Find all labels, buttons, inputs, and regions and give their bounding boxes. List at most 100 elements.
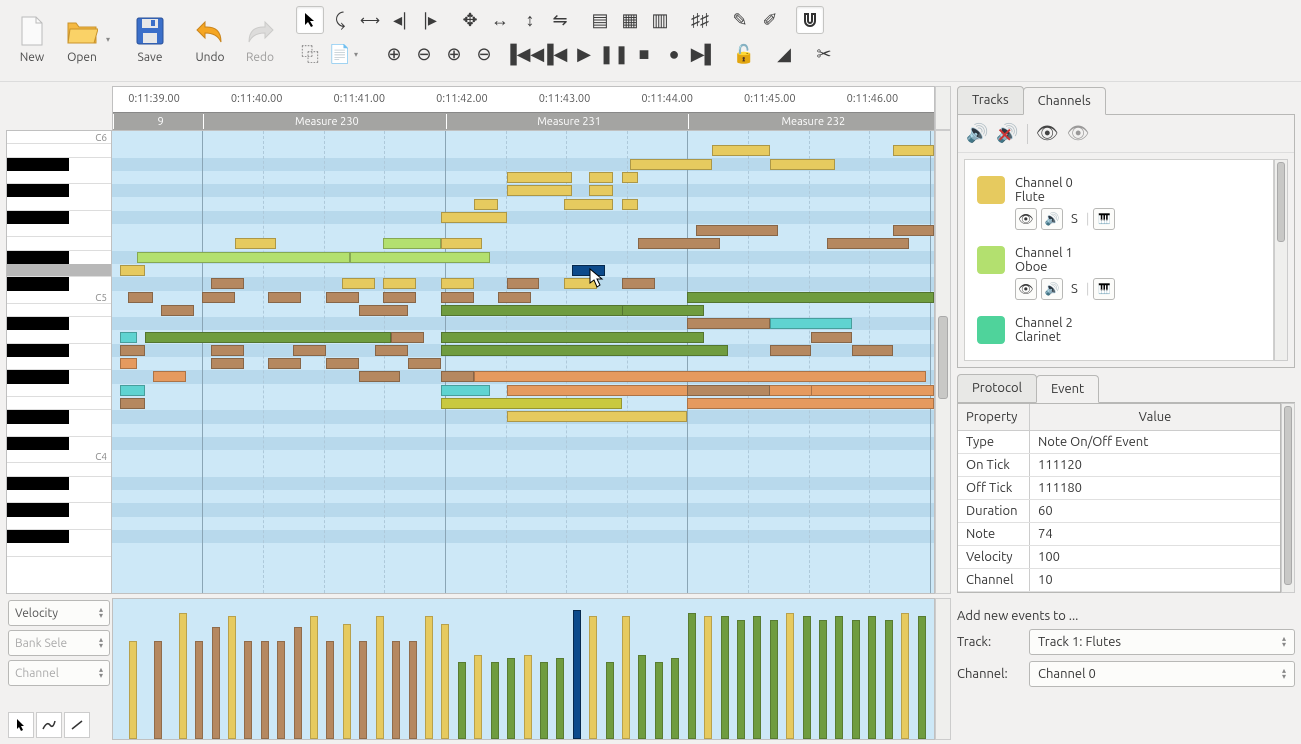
vertical-scrollbar[interactable] — [935, 130, 951, 594]
vel-line-tool[interactable] — [64, 712, 90, 738]
midi-note[interactable] — [441, 212, 507, 223]
midi-note[interactable] — [696, 225, 778, 236]
velocity-bar[interactable] — [786, 613, 794, 739]
channel-item[interactable]: Channel 0 Flute 👁 🔊 S | 🎹 — [973, 168, 1265, 238]
instrument-button[interactable]: 🎹 — [1093, 278, 1115, 300]
property-row[interactable]: TypeNote On/Off Event — [958, 431, 1280, 454]
midi-note[interactable] — [630, 159, 712, 170]
resize-h-tool[interactable]: ↔ — [486, 6, 514, 34]
visibility-toggle[interactable]: 👁 — [1015, 278, 1037, 300]
midi-note[interactable] — [622, 199, 638, 210]
midi-note[interactable] — [268, 292, 301, 303]
midi-note[interactable] — [441, 385, 490, 396]
velocity-bar[interactable] — [409, 641, 417, 739]
velocity-bar[interactable] — [737, 620, 745, 739]
velocity-bar[interactable] — [606, 662, 614, 739]
velocity-bar[interactable] — [129, 641, 137, 739]
midi-note[interactable] — [120, 345, 145, 356]
midi-note[interactable] — [268, 358, 301, 369]
zoom-in-v-tool[interactable]: ⊕ — [440, 40, 468, 68]
paste-dropdown-icon[interactable]: ▾ — [354, 50, 358, 59]
midi-note[interactable] — [507, 172, 573, 183]
velocity-bar[interactable] — [655, 662, 663, 739]
midi-note[interactable] — [211, 358, 244, 369]
velocity-bar[interactable] — [852, 620, 860, 739]
channel-select-bottom[interactable]: Channel 0▴▾ — [1029, 661, 1295, 687]
pencil-tool[interactable]: ✎ — [726, 6, 754, 34]
loop-button[interactable]: ✂ — [810, 40, 838, 68]
undo-button[interactable]: Undo — [186, 6, 234, 72]
midi-note[interactable] — [622, 305, 704, 316]
property-row[interactable]: Duration60 — [958, 500, 1280, 523]
tab-tracks[interactable]: Tracks — [957, 86, 1024, 114]
select-tool[interactable] — [296, 6, 324, 34]
velocity-bar[interactable] — [556, 658, 564, 739]
velocity-bar[interactable] — [885, 620, 893, 739]
velocity-bar[interactable] — [195, 641, 203, 739]
midi-note[interactable] — [408, 358, 441, 369]
midi-note[interactable] — [893, 145, 934, 156]
velocity-bar[interactable] — [819, 620, 827, 739]
velocity-bar[interactable] — [589, 616, 597, 739]
velocity-bar[interactable] — [343, 624, 351, 739]
align-right-tool[interactable]: ▥ — [646, 6, 674, 34]
mirror-h-tool[interactable]: ⇋ — [546, 6, 574, 34]
midi-note[interactable] — [235, 238, 276, 249]
velocity-bar[interactable] — [425, 616, 433, 739]
midi-note[interactable] — [137, 252, 351, 263]
midi-note[interactable] — [375, 345, 408, 356]
tab-protocol[interactable]: Protocol — [957, 374, 1037, 402]
velocity-bar[interactable] — [212, 627, 220, 739]
midi-note[interactable] — [145, 332, 392, 343]
magnet-tool[interactable] — [796, 6, 824, 34]
midi-note[interactable] — [391, 332, 424, 343]
midi-note[interactable] — [441, 292, 474, 303]
velocity-bar[interactable] — [326, 641, 334, 739]
midi-note[interactable] — [507, 411, 688, 422]
zoom-out-v-tool[interactable]: ⊖ — [470, 40, 498, 68]
velocity-scrollbar[interactable] — [935, 598, 951, 740]
nav-fwd-tool[interactable]: |▸ — [416, 6, 444, 34]
redo-button[interactable]: Redo — [236, 6, 284, 72]
velocity-bar[interactable] — [540, 662, 548, 739]
metronome-button[interactable]: ◢ — [770, 40, 798, 68]
midi-note[interactable] — [293, 345, 326, 356]
paste-tool[interactable]: 📄 — [326, 40, 354, 68]
midi-note[interactable] — [441, 345, 729, 356]
velocity-bar[interactable] — [918, 616, 926, 739]
midi-note[interactable] — [474, 199, 499, 210]
midi-note[interactable] — [359, 371, 400, 382]
midi-note[interactable] — [326, 358, 359, 369]
midi-note[interactable] — [120, 265, 145, 276]
show-all-icon[interactable]: 👁 — [1036, 123, 1059, 144]
velocity-editor[interactable] — [112, 598, 935, 740]
record-button[interactable]: ● — [660, 40, 688, 68]
midi-note[interactable] — [622, 172, 638, 183]
velocity-bar[interactable] — [179, 613, 187, 739]
stop-button[interactable]: ■ — [630, 40, 658, 68]
property-row[interactable]: Note74 — [958, 523, 1280, 546]
midi-note[interactable] — [120, 358, 136, 369]
mute-toggle[interactable]: 🔊 — [1041, 278, 1063, 300]
property-row[interactable]: On Tick111120 — [958, 454, 1280, 477]
midi-note[interactable] — [622, 278, 655, 289]
velocity-bar[interactable] — [803, 616, 811, 739]
pause-button[interactable]: ❚❚ — [600, 40, 628, 68]
velocity-bar[interactable] — [491, 662, 499, 739]
midi-note[interactable] — [359, 305, 408, 316]
velocity-bar[interactable] — [835, 616, 843, 739]
velocity-bar[interactable] — [154, 641, 162, 739]
velocity-bar[interactable] — [507, 658, 515, 739]
midi-note[interactable] — [128, 292, 153, 303]
midi-note[interactable] — [474, 371, 926, 382]
midi-note[interactable] — [589, 172, 614, 183]
midi-note[interactable] — [687, 318, 769, 329]
midi-note[interactable] — [441, 238, 482, 249]
piano-roll-grid[interactable] — [112, 130, 935, 594]
save-button[interactable]: Save — [126, 6, 174, 72]
midi-note[interactable] — [441, 278, 474, 289]
midi-note[interactable] — [441, 332, 704, 343]
quantize-tool[interactable]: ♯♯ — [686, 6, 714, 34]
midi-note[interactable] — [441, 398, 622, 409]
velocity-bar[interactable] — [721, 616, 729, 739]
